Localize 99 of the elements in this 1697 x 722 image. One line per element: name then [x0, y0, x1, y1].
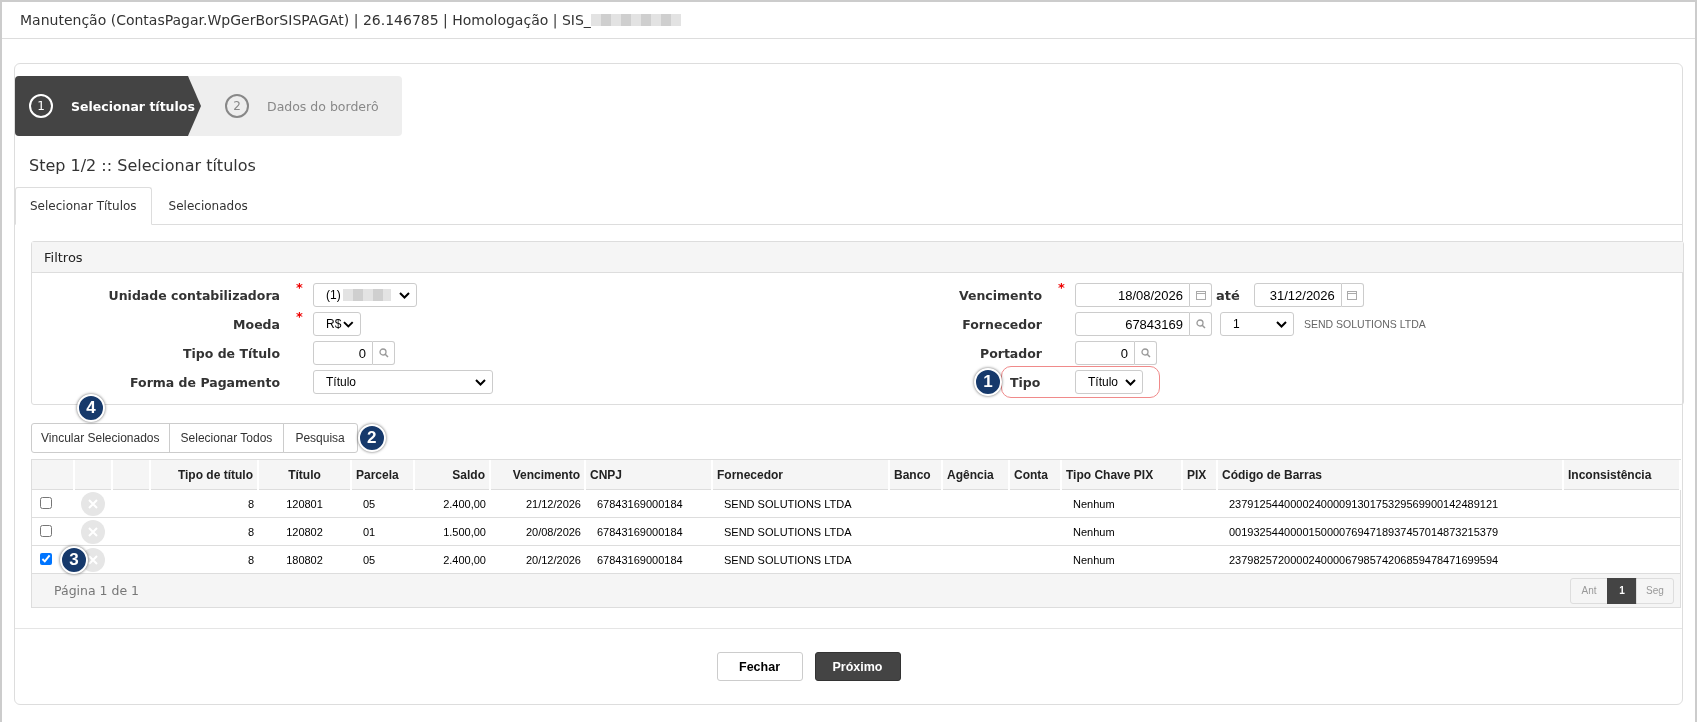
callout-badge: 4 [77, 394, 105, 422]
tab[interactable]: Selecionar Títulos [15, 187, 152, 225]
field-label: Fornecedor [961, 316, 1042, 332]
tab[interactable]: Selecionados [151, 187, 263, 225]
select-field[interactable]: Título [1075, 370, 1143, 394]
calendar-icon [1195, 290, 1206, 300]
chevron-down-icon [343, 320, 354, 328]
window-title: Manutenção (ContasPagar.WpGerBorSISPAGAt) | 26.146785 | Homologação | SIS_ [20, 12, 591, 28]
callout-badge: 1 [974, 368, 1002, 396]
field-label: Unidade contabilizadora [107, 287, 280, 303]
column-header: Vencimento [512, 467, 580, 482]
table-cell: 20/12/2026 [525, 553, 581, 566]
row-checkbox[interactable] [40, 524, 52, 537]
panel-title: Filtros [44, 249, 83, 265]
column-header: Inconsistência [1568, 467, 1652, 482]
table-cell: 20/08/2026 [525, 525, 581, 538]
required-mark: * [296, 309, 303, 324]
calendar-button[interactable] [1341, 283, 1364, 307]
required-mark: * [296, 280, 303, 295]
table-cell: 8 [247, 525, 254, 538]
table-cell: 2.400,00 [443, 497, 486, 510]
input-field[interactable]: 0 [1075, 341, 1135, 365]
column-header: Título [288, 467, 321, 482]
table-cell: 8 [247, 497, 254, 510]
table-cell: 05 [363, 497, 376, 510]
chevron-down-icon [1125, 378, 1136, 386]
table-cell: 67843169000184 [597, 497, 683, 510]
chevron-down-icon [399, 291, 410, 299]
required-mark: * [1058, 280, 1065, 295]
toolbar-button[interactable]: Selecionar Todos [168, 423, 285, 453]
table-cell: 1.500,00 [443, 525, 486, 538]
toolbar-button[interactable]: Vincular Selecionados [31, 423, 170, 453]
search-icon [1195, 319, 1206, 329]
chevron-down-icon [1276, 320, 1287, 328]
field-label: Tipo [1010, 374, 1042, 390]
wizard-step[interactable]: 1 Selecionar títulos [15, 76, 201, 136]
table-cell: 23791254400002400009130175329569900142489121 [1229, 497, 1499, 510]
next-button[interactable]: Próximo [814, 652, 901, 681]
table-cell: 67843169000184 [597, 525, 683, 538]
table-cell: Nenhum [1073, 525, 1115, 538]
column-header: Código de Barras [1222, 467, 1323, 482]
table-cell: 21/12/2026 [525, 497, 581, 510]
column-header: Tipo Chave PIX [1066, 467, 1154, 482]
table-cell: 00193254400001500007694718937457014873215379 [1229, 525, 1499, 538]
page-info: Página 1 de 1 [54, 583, 140, 598]
date-field[interactable]: 18/08/2026 [1075, 283, 1190, 307]
select-field[interactable]: Título [313, 370, 493, 394]
table-cell: 120802 [286, 525, 323, 538]
field-label: Vencimento [957, 287, 1042, 303]
column-header: Saldo [452, 467, 485, 482]
search-button[interactable] [1135, 341, 1157, 365]
toolbar-button[interactable]: Pesquisa [283, 423, 358, 453]
table-cell: Nenhum [1073, 553, 1115, 566]
calendar-button[interactable] [1190, 283, 1212, 307]
field-label: Forma de Pagamento [129, 374, 280, 390]
column-header: PIX [1187, 467, 1207, 482]
column-header: Parcela [356, 467, 399, 482]
table-cell: 05 [363, 553, 376, 566]
column-header: Tipo de título [177, 467, 253, 482]
select-field[interactable]: 1 [1220, 312, 1294, 336]
column-header: CNPJ [590, 467, 622, 482]
date-field[interactable]: 31/12/2026 [1253, 283, 1342, 307]
table-cell: 01 [363, 525, 376, 538]
table-cell: 23798257200002400006798574206859478471699594 [1229, 553, 1499, 566]
table-cell: SEND SOLUTIONS LTDA [724, 553, 852, 566]
chevron-down-icon [475, 378, 486, 386]
row-checkbox[interactable] [40, 496, 52, 509]
table-cell: SEND SOLUTIONS LTDA [724, 497, 852, 510]
row-checkbox[interactable] [40, 552, 52, 565]
search-button[interactable] [373, 341, 395, 365]
page-button[interactable]: 1 [1607, 577, 1637, 604]
table-cell: 120801 [286, 497, 323, 510]
search-icon [378, 348, 389, 358]
input-field[interactable]: 0 [313, 341, 373, 365]
select-field[interactable]: R$ [313, 312, 361, 336]
supplier-name: SEND SOLUTIONS LTDA [1304, 318, 1426, 330]
column-header: Agência [947, 467, 994, 482]
field-label: Portador [978, 345, 1042, 361]
close-button[interactable]: Fechar [716, 652, 803, 681]
step-title: Step 1/2 :: Selecionar títulos [29, 156, 257, 175]
table-cell: 2.400,00 [443, 553, 486, 566]
range-separator: até [1216, 287, 1240, 303]
column-header: Banco [894, 467, 931, 482]
search-button[interactable] [1190, 312, 1212, 336]
callout-badge: 2 [357, 424, 386, 452]
field-label: Tipo de Título [181, 345, 280, 361]
calendar-icon [1347, 290, 1358, 300]
table-cell: Nenhum [1073, 497, 1115, 510]
callout-badge: 3 [60, 545, 88, 574]
select-field[interactable]: (1) [313, 283, 417, 307]
table-cell: 8 [247, 553, 254, 566]
field-label: Moeda [232, 316, 280, 332]
column-header: Fornecedor [717, 467, 783, 482]
table-cell: 180802 [286, 553, 323, 566]
table-cell: SEND SOLUTIONS LTDA [724, 525, 852, 538]
table-cell: 67843169000184 [597, 553, 683, 566]
column-header: Conta [1014, 467, 1048, 482]
search-icon [1140, 348, 1151, 358]
input-field[interactable]: 67843169 [1075, 312, 1190, 336]
